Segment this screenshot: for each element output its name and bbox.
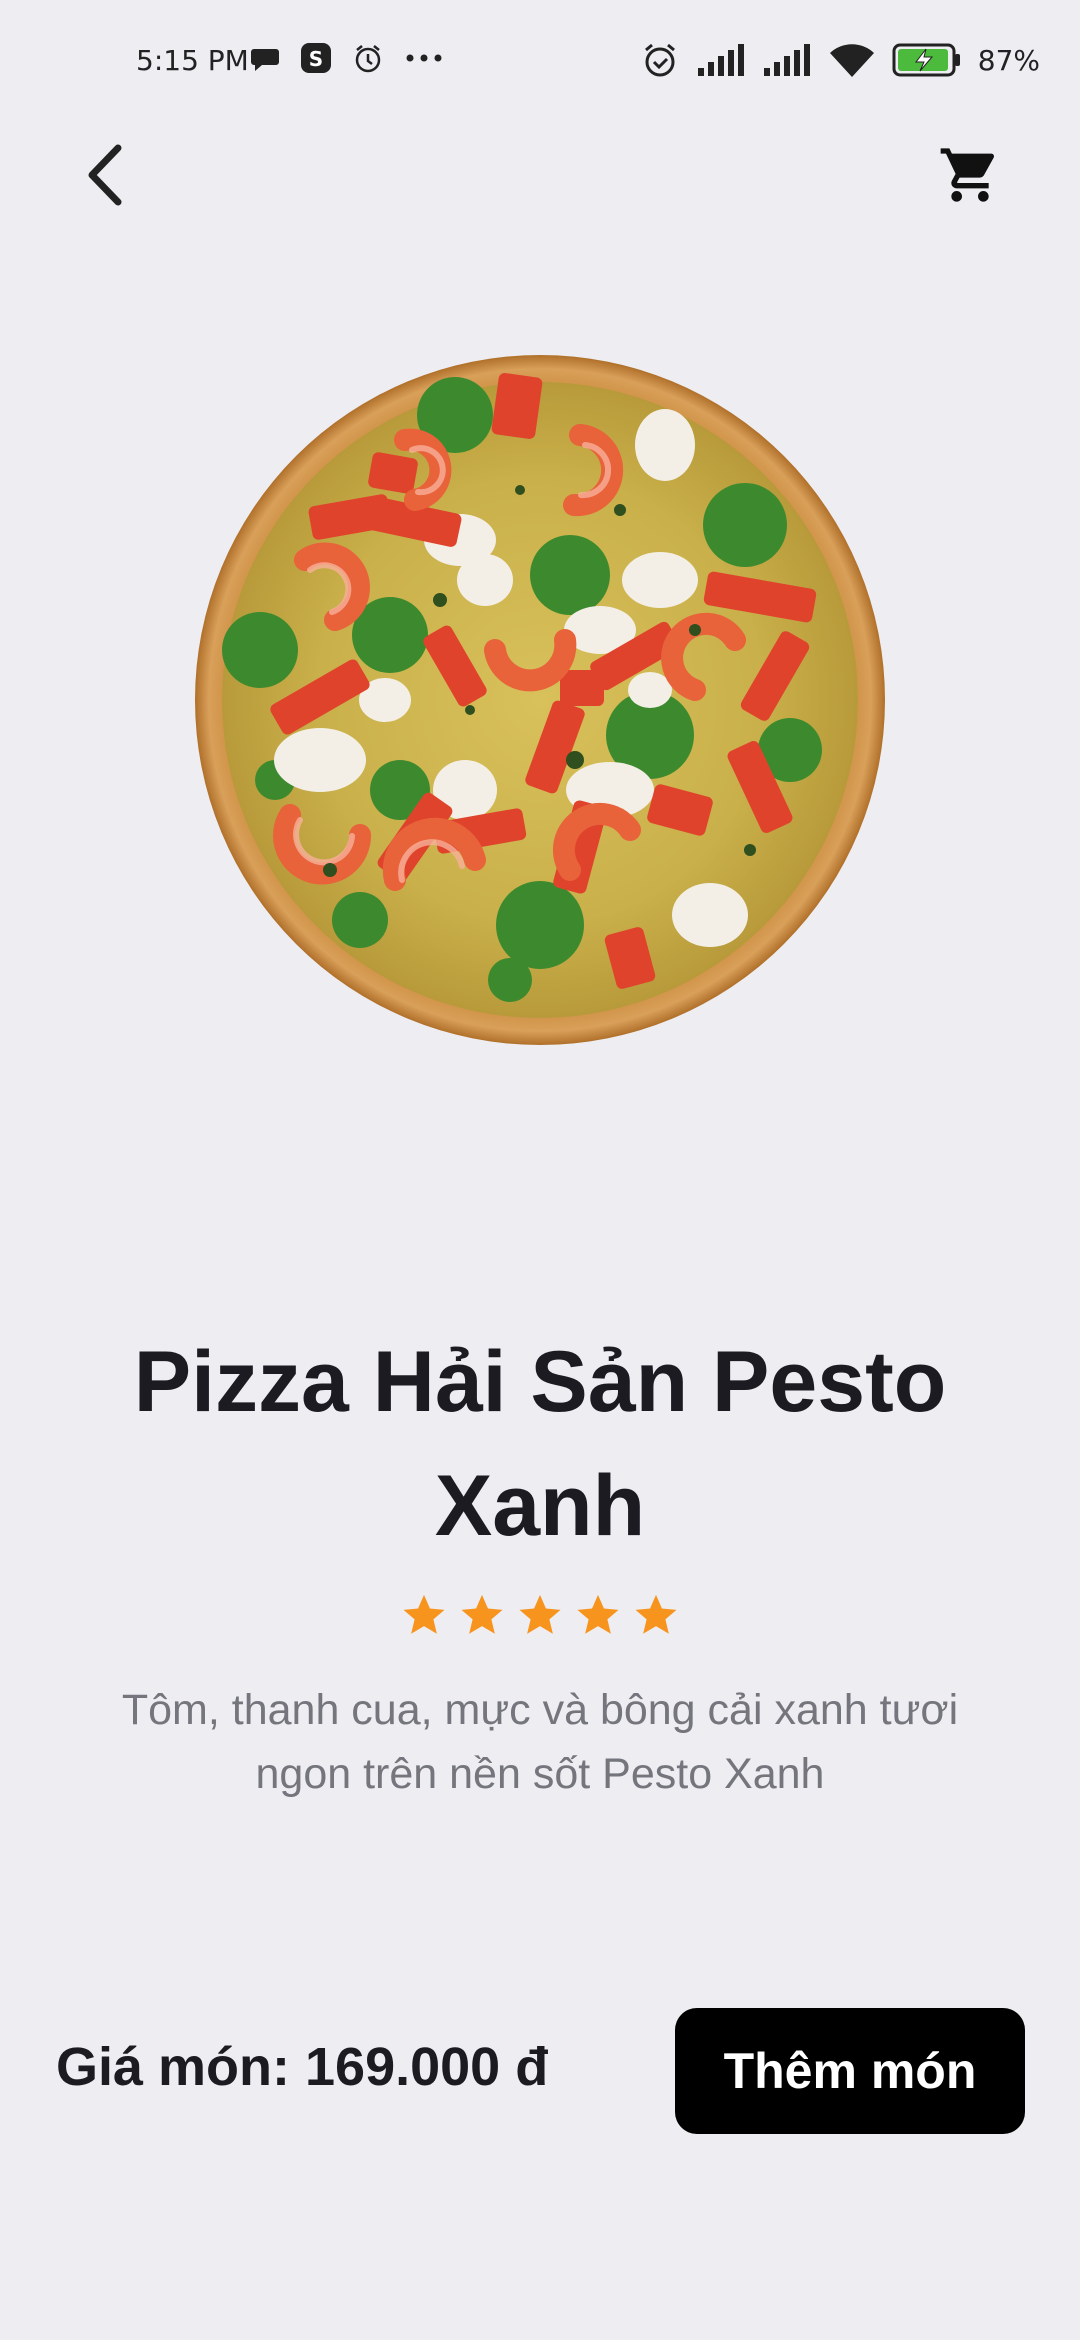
star-icon xyxy=(519,1594,561,1634)
cart-button[interactable] xyxy=(930,130,1010,220)
signal-icon xyxy=(763,44,810,76)
battery-percent: 87% xyxy=(977,43,1040,77)
add-to-cart-button[interactable]: Thêm món xyxy=(675,2008,1025,2134)
chevron-left-icon xyxy=(88,144,122,206)
shopping-cart-icon xyxy=(940,148,995,202)
alarm-icon xyxy=(355,45,381,73)
wifi-icon xyxy=(829,44,874,77)
product-title: Pizza Hải Sản Pesto Xanh xyxy=(133,1334,947,1554)
signal-icon xyxy=(697,44,744,76)
rating-stars xyxy=(0,1592,1080,1638)
top-bar xyxy=(0,120,1080,260)
star-icon xyxy=(577,1594,619,1634)
product-price: Giá món: 169.000 đ xyxy=(56,2037,549,2097)
product-image xyxy=(190,350,890,1050)
s-app-icon: S xyxy=(301,43,331,73)
status-bar: 5:15 PM S 87% xyxy=(0,0,1080,120)
chat-icon xyxy=(251,49,279,71)
battery-charging-icon xyxy=(892,43,960,77)
product-description: Tôm, thanh cua, mực và bông cải xanh tươ… xyxy=(121,1686,959,1798)
star-icon xyxy=(461,1594,503,1634)
star-icon xyxy=(635,1594,677,1634)
svg-text:S: S xyxy=(309,47,323,71)
back-button[interactable] xyxy=(70,130,140,220)
alarm-clock-icon xyxy=(644,43,675,77)
status-time: 5:15 PM xyxy=(136,44,249,77)
star-icon xyxy=(403,1594,445,1634)
more-dots-icon xyxy=(406,54,442,62)
